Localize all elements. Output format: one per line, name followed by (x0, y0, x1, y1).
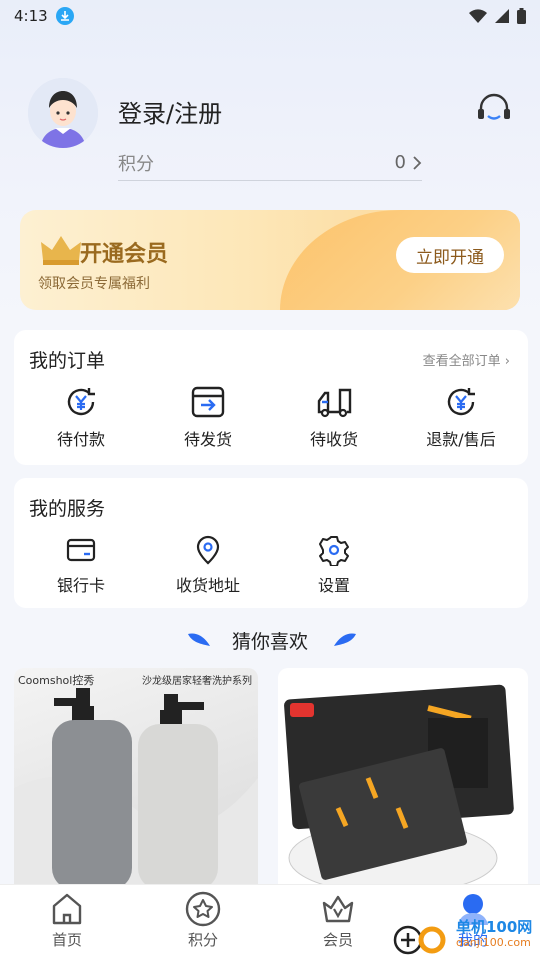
recommend-title: 猜你喜欢 (231, 631, 308, 653)
order-item-label: 退款/售后 (426, 430, 496, 449)
orders-title: 我的订单 (29, 350, 106, 372)
service-shipping-address[interactable]: 收货地址 (153, 534, 263, 596)
status-time: 4:13 (14, 7, 48, 25)
service-settings[interactable]: 设置 (279, 534, 389, 596)
tab-label: 会员 (322, 931, 353, 949)
watermark-url: danji100.com (456, 936, 531, 949)
services-card: 我的服务 银行卡 收货地址 设置 (14, 478, 528, 608)
customer-service-icon[interactable] (474, 90, 514, 130)
battery-icon (517, 8, 526, 24)
crown-v-icon (322, 895, 354, 923)
points-value: 0 (394, 152, 406, 173)
gear-icon (319, 536, 349, 566)
orders-card: 我的订单 查看全部订单 › 待付款 待发货 待收货 退款/售后 (14, 330, 528, 465)
tab-vip[interactable]: 会员 (293, 891, 383, 950)
order-item-label: 待付款 (56, 430, 105, 449)
vip-subtitle: 领取会员专属福利 (38, 276, 150, 292)
service-bank-card[interactable]: 银行卡 (26, 534, 136, 596)
product-card[interactable]: Coomshol控秀 沙龙级居家轻奢洗护系列 (14, 668, 258, 898)
service-item-label: 收货地址 (175, 576, 240, 595)
status-bar: 4:13 (0, 0, 540, 32)
product-card[interactable] (278, 668, 528, 898)
truck-icon (317, 388, 352, 418)
yuan-clock-icon (67, 388, 95, 416)
right-leaf-icon (334, 633, 356, 646)
tab-label: 积分 (187, 931, 218, 949)
service-item-label: 设置 (317, 576, 350, 595)
order-pending-shipment[interactable]: 待发货 (153, 384, 263, 450)
tab-points[interactable]: 积分 (158, 891, 248, 950)
points-row[interactable]: 积分 0 (118, 145, 422, 181)
download-icon (55, 7, 74, 25)
order-pending-receipt[interactable]: 待收货 (279, 384, 389, 450)
service-item-label: 银行卡 (56, 576, 105, 595)
watermark-text: 单机100网 (456, 918, 533, 936)
chevron-right-icon (413, 155, 422, 170)
order-refund-aftersale[interactable]: 退款/售后 (406, 384, 516, 450)
open-vip-button[interactable]: 立即开通 (396, 237, 504, 273)
view-all-orders-link[interactable]: 查看全部订单 › (423, 350, 510, 369)
yuan-refund-icon (447, 388, 475, 416)
crown-icon (41, 236, 81, 265)
signal-icon (495, 9, 509, 23)
wifi-icon (469, 9, 487, 23)
product-image (284, 684, 514, 895)
box-arrow-icon (191, 386, 225, 418)
card-icon (66, 538, 96, 562)
product-image (14, 688, 258, 898)
order-item-label: 待发货 (183, 430, 232, 449)
avatar[interactable] (28, 78, 98, 148)
points-label: 积分 (118, 153, 154, 175)
login-register-link[interactable]: 登录/注册 (118, 94, 222, 129)
location-pin-icon (196, 535, 220, 565)
services-title: 我的服务 (29, 498, 106, 520)
watermark-logo: 单机100网 danji100.com (392, 912, 540, 960)
order-pending-payment[interactable]: 待付款 (26, 384, 136, 450)
tab-label: 首页 (51, 931, 82, 949)
star-icon (185, 891, 221, 927)
vip-title: 开通会员 (80, 242, 169, 267)
home-icon (52, 893, 82, 925)
order-item-label: 待收货 (309, 430, 358, 449)
vip-banner[interactable]: 开通会员 领取会员专属福利 立即开通 (20, 210, 520, 310)
tab-home[interactable]: 首页 (22, 891, 112, 950)
